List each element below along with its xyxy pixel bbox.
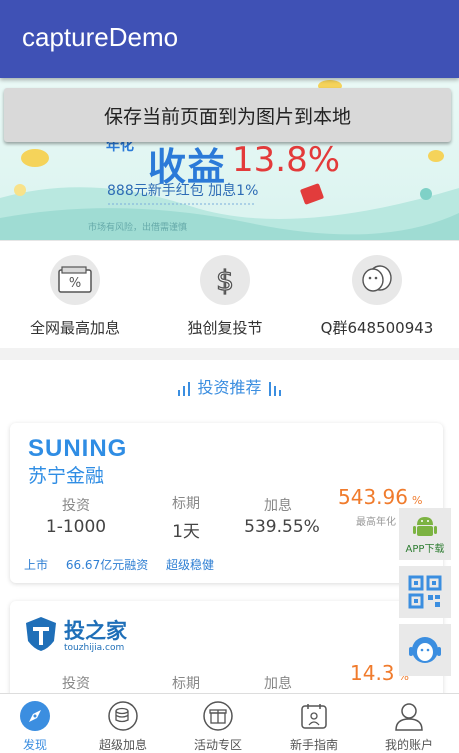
tab-beginner-guide[interactable]: 新手指南 — [268, 700, 360, 753]
tab-discover[interactable]: 发现 — [0, 700, 81, 753]
tab-label: 新手指南 — [289, 738, 338, 752]
banner-risk-note: 市场有风险，出借需谨慎 — [88, 223, 188, 233]
tag: 上市 — [24, 558, 49, 572]
feature-row: % 全网最高加息 $ 独创复投节 Q群648500943 — [0, 240, 459, 348]
scroll-content[interactable]: 年化 收益 13.8% 888元新手红包 加息1% 市场有风险，出借需谨慎 保存… — [0, 78, 459, 693]
feature-item-reinvest[interactable]: $ 独创复投节 — [150, 255, 300, 338]
customer-service-icon — [409, 637, 441, 663]
product-card[interactable]: SUNING 苏宁金融 投资 1-1000 标期 1天 加息 539.55% 5… — [10, 423, 443, 583]
tab-my-account[interactable]: 我的账户 — [363, 700, 455, 753]
section-title-text: 投资推荐 — [197, 378, 262, 397]
invest-value: 1-1000 — [45, 517, 107, 537]
tab-super-boost[interactable]: 超级加息 — [77, 700, 169, 753]
feature-label: Q群648500943 — [320, 319, 434, 337]
coin-stack-icon — [108, 701, 138, 731]
boost-label: 加息 — [264, 676, 292, 692]
tab-label: 活动专区 — [193, 738, 242, 752]
guide-icon — [301, 704, 327, 729]
annual-rate: 543.96% — [338, 485, 423, 509]
suning-logo: SUNING 苏宁金融 — [28, 435, 128, 487]
term-value: 1天 — [172, 522, 200, 542]
banner-subtitle: 888元新手红包 加息1% — [107, 183, 259, 199]
android-icon — [413, 517, 437, 536]
feature-item-highest-boost[interactable]: % 全网最高加息 — [0, 255, 150, 338]
compass-icon — [20, 701, 50, 731]
qq-icon — [352, 255, 402, 305]
app-download-button[interactable]: APP下载 — [399, 508, 451, 560]
product-tags: 上市 66.67亿元融资 超级稳健 — [24, 556, 228, 573]
boost-label: 加息 — [264, 498, 292, 514]
feature-item-qq-group[interactable]: Q群648500943 — [302, 255, 452, 338]
invest-label: 投资 — [62, 676, 90, 692]
tab-label: 发现 — [22, 738, 47, 752]
svg-text:%: % — [69, 276, 81, 291]
banner-rate: 13.8% — [232, 140, 341, 180]
dollar-icon: $ — [200, 255, 250, 305]
section-title: 投资推荐 — [0, 374, 459, 398]
app-bar: captureDemo — [0, 0, 459, 78]
bars-right-icon — [268, 381, 281, 396]
percent-wallet-icon: % — [50, 255, 100, 305]
app-download-label: APP下载 — [405, 544, 445, 555]
term-label: 标期 — [172, 496, 200, 512]
gift-icon — [203, 701, 233, 731]
product-card[interactable]: 投之家 touzhijia.com 投资 标期 加息 14.3% — [10, 601, 443, 693]
annual-rate-label: 最高年化 — [356, 517, 396, 528]
tab-label: 超级加息 — [98, 738, 147, 752]
boost-value: 539.55% — [244, 517, 320, 537]
tag: 超级稳健 — [166, 558, 215, 572]
svg-text:$: $ — [216, 264, 234, 297]
section-divider — [0, 348, 459, 360]
bottom-tab-bar: 发现 超级加息 活动专区 新手指南 我的账户 — [0, 693, 459, 753]
feature-label: 独创复投节 — [187, 319, 263, 337]
bars-left-icon — [178, 381, 191, 396]
customer-service-button[interactable] — [399, 624, 451, 676]
save-page-as-image-button[interactable]: 保存当前页面到为图片到本地 — [4, 88, 451, 142]
shield-logo-icon — [26, 617, 56, 651]
invest-label: 投资 — [62, 498, 90, 514]
tag: 66.67亿元融资 — [65, 558, 149, 572]
term-label: 标期 — [172, 676, 200, 692]
touzhijia-logo: 投之家 touzhijia.com — [24, 615, 127, 653]
tab-label: 我的账户 — [384, 738, 433, 752]
feature-label: 全网最高加息 — [29, 319, 120, 337]
qr-code-button[interactable] — [399, 566, 451, 618]
tab-activity-zone[interactable]: 活动专区 — [172, 700, 264, 753]
qr-code-icon — [408, 575, 442, 609]
user-icon — [395, 703, 423, 731]
app-title: captureDemo — [22, 22, 179, 52]
